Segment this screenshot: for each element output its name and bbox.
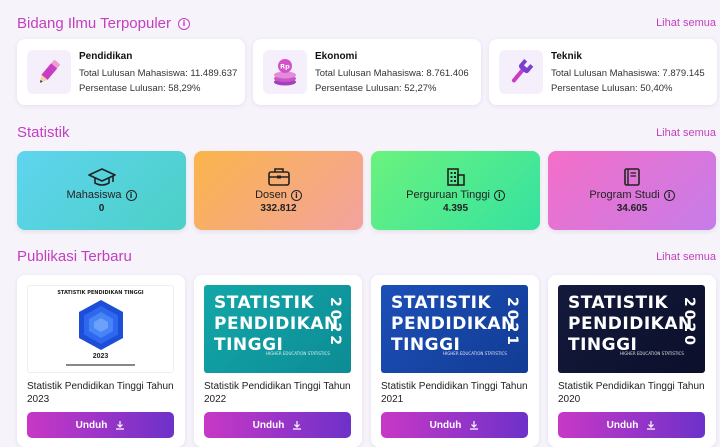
wrench-icon xyxy=(499,50,543,94)
download-icon xyxy=(293,421,302,430)
download-button[interactable]: Unduh xyxy=(27,412,174,438)
download-button[interactable]: Unduh xyxy=(204,412,351,438)
publications-title: Publikasi Terbaru xyxy=(17,248,132,265)
field-name: Ekonomi xyxy=(315,50,358,62)
field-card-ekonomi[interactable]: Rp Ekonomi Total Lulusan Mahasiswa: 8.76… xyxy=(253,39,481,105)
info-icon[interactable]: i xyxy=(663,189,675,201)
field-graduates: Total Lulusan Mahasiswa: 8.761.406 xyxy=(315,67,469,79)
stat-card-dosen[interactable]: Dosen i 332.812 xyxy=(194,151,363,230)
field-percent: Persentase Lulusan: 52,27% xyxy=(315,82,437,94)
cover-subtitle: HIGHER EDUCATION STATISTICS xyxy=(620,351,684,356)
field-name: Teknik xyxy=(551,50,582,62)
publication-title: Statistik Pendidikan Tinggi Tahun 2023 xyxy=(27,381,174,405)
publication-title: Statistik Pendidikan Tinggi Tahun 2021 xyxy=(381,381,528,405)
cover-subtitle: HIGHER EDUCATION STATISTICS xyxy=(266,351,330,356)
info-icon[interactable]: i xyxy=(290,189,302,201)
publication-title: Statistik Pendidikan Tinggi Tahun 2020 xyxy=(558,381,705,405)
cover-line: PENDIDIKAN xyxy=(568,314,693,334)
download-button[interactable]: Unduh xyxy=(558,412,705,438)
stat-card-perguruan-tinggi[interactable]: Perguruan Tinggi i 4.395 xyxy=(371,151,540,230)
stat-card-mahasiswa[interactable]: Mahasiswa i 0 xyxy=(17,151,186,230)
statistics-title: Statistik xyxy=(17,124,70,141)
cover-title: STATISTIK PENDIDIKAN TINGGI xyxy=(57,290,144,296)
coins-icon: Rp xyxy=(263,50,307,94)
cover-line: STATISTIK xyxy=(391,293,492,313)
stat-label: Dosen xyxy=(255,189,287,201)
stat-label: Program Studi xyxy=(589,189,660,201)
publication-cover[interactable]: STATISTIK PENDIDIKAN TINGGI 2022 HIGHER … xyxy=(204,285,351,373)
publication-card-2021[interactable]: STATISTIK PENDIDIKAN TINGGI 2021 HIGHER … xyxy=(371,275,539,447)
statistics-see-all-link[interactable]: Lihat semua xyxy=(656,127,716,139)
popular-see-all-link[interactable]: Lihat semua xyxy=(656,17,716,29)
info-icon[interactable]: i xyxy=(125,189,137,201)
cover-subtitle: HIGHER EDUCATION STATISTICS xyxy=(443,351,507,356)
pencil-icon xyxy=(27,50,71,94)
cover-year: 2020 xyxy=(681,297,697,348)
popular-fields-title: Bidang Ilmu Terpopuler i xyxy=(17,15,190,32)
cover-line: PENDIDIKAN xyxy=(391,314,516,334)
graduation-cap-icon xyxy=(87,168,116,186)
stat-value: 332.812 xyxy=(260,203,297,214)
stat-card-program-studi[interactable]: Program Studi i 34.605 xyxy=(548,151,716,230)
publication-cover[interactable]: STATISTIK PENDIDIKAN TINGGI 2023 xyxy=(27,285,174,373)
cover-line: STATISTIK xyxy=(568,293,669,313)
building-icon xyxy=(446,168,465,186)
field-percent: Persentase Lulusan: 50,40% xyxy=(551,82,673,94)
book-icon xyxy=(624,168,640,186)
hexagon-graphic xyxy=(79,300,123,350)
publication-cover[interactable]: STATISTIK PENDIDIKAN TINGGI 2021 HIGHER … xyxy=(381,285,528,373)
cover-line: STATISTIK xyxy=(214,293,315,313)
download-icon xyxy=(647,421,656,430)
publication-card-2023[interactable]: STATISTIK PENDIDIKAN TINGGI 2023 Statist… xyxy=(17,275,185,447)
stat-value: 4.395 xyxy=(442,203,469,214)
publication-cover[interactable]: STATISTIK PENDIDIKAN TINGGI 2020 HIGHER … xyxy=(558,285,705,373)
field-name: Pendidikan xyxy=(79,50,133,62)
stat-label: Perguruan Tinggi xyxy=(406,189,490,201)
cover-line: PENDIDIKAN xyxy=(214,314,339,334)
download-button[interactable]: Unduh xyxy=(381,412,528,438)
download-icon xyxy=(116,421,125,430)
stat-label: Mahasiswa xyxy=(66,189,122,201)
info-icon[interactable]: i xyxy=(177,17,190,30)
publication-title: Statistik Pendidikan Tinggi Tahun 2022 xyxy=(204,381,351,405)
info-icon[interactable]: i xyxy=(493,189,505,201)
field-card-pendidikan[interactable]: Pendidikan Total Lulusan Mahasiswa: 11.4… xyxy=(17,39,245,105)
cover-year: 2021 xyxy=(504,297,520,348)
publication-card-2022[interactable]: STATISTIK PENDIDIKAN TINGGI 2022 HIGHER … xyxy=(194,275,362,447)
field-graduates: Total Lulusan Mahasiswa: 11.489.637 xyxy=(79,67,238,79)
download-icon xyxy=(470,421,479,430)
cover-year: 2022 xyxy=(327,297,343,348)
field-percent: Persentase Lulusan: 58,29% xyxy=(79,82,201,94)
briefcase-icon xyxy=(267,168,290,186)
stat-value: 34.605 xyxy=(616,203,648,214)
field-card-teknik[interactable]: Teknik Total Lulusan Mahasiswa: 7.879.14… xyxy=(489,39,717,105)
publications-see-all-link[interactable]: Lihat semua xyxy=(656,251,716,263)
publication-card-2020[interactable]: STATISTIK PENDIDIKAN TINGGI 2020 HIGHER … xyxy=(548,275,716,447)
field-graduates: Total Lulusan Mahasiswa: 7.879.145 xyxy=(551,67,705,79)
svg-text:Rp: Rp xyxy=(280,63,290,71)
cover-year: 2023 xyxy=(92,353,109,360)
stat-value: 0 xyxy=(98,203,105,214)
